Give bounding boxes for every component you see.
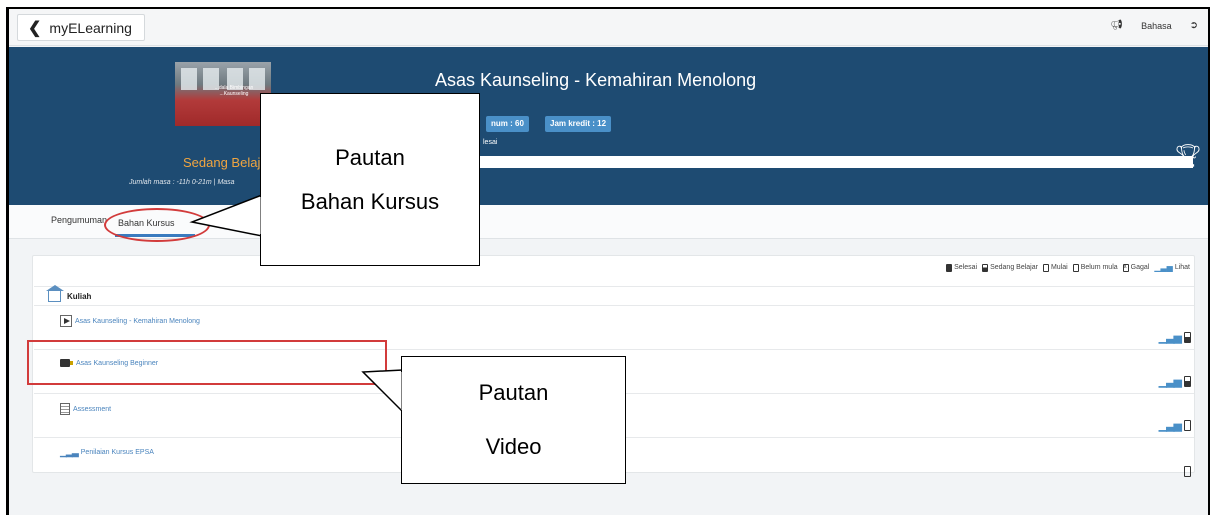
top-actions: 📢︎ Bahasa ➲: [1110, 20, 1198, 31]
view-chart-icon[interactable]: ▁▃▅: [1159, 419, 1182, 432]
item-label: Assessment: [73, 405, 112, 413]
time-info: Jumlah masa : -11h 0-21m | Masa: [129, 179, 235, 186]
legend-started: Mulai: [1050, 264, 1068, 271]
section-title: Kuliah: [67, 291, 92, 301]
top-bar: ❮ myELearning 📢︎ Bahasa ➲: [9, 9, 1208, 46]
language-link[interactable]: Bahasa: [1141, 21, 1172, 31]
legend-in-progress: Sedang Belajar: [990, 264, 1038, 271]
back-label: myELearning: [49, 19, 132, 36]
legend-not-started: Belum mula: [1080, 264, 1118, 271]
section-header: Kuliah: [34, 284, 1194, 306]
item-status: ▁▃▅: [1159, 419, 1191, 432]
callout-text: Pautan: [478, 380, 549, 405]
logout-icon[interactable]: ➲: [1190, 20, 1198, 31]
item-status: ▁▃▅: [1159, 375, 1191, 388]
view-chart-icon[interactable]: ▁▃▅: [1159, 331, 1182, 344]
callout-text: Video: [485, 434, 542, 459]
trophy-icon: 🏆︎: [1174, 143, 1202, 168]
legend-failed: Gagal: [1130, 264, 1150, 271]
lecture-link[interactable]: Asas Kaunseling - Kemahiran Menolong: [60, 315, 200, 327]
video-highlight-box: [27, 340, 387, 385]
minimum-badge: num : 60: [486, 116, 529, 132]
callout-text: Pautan: [335, 144, 405, 170]
back-button[interactable]: ❮ myELearning: [17, 14, 145, 41]
megaphone-icon[interactable]: 📢︎: [1110, 20, 1123, 31]
failed-icon: [1122, 263, 1129, 272]
course-header: ...dala Bimbingan ...Kaunseling Asas Kau…: [9, 47, 1208, 205]
learning-status: Sedang Belaj: [183, 155, 261, 170]
tab-highlight-circle: [104, 208, 210, 242]
assessment-link[interactable]: Assessment: [60, 403, 111, 415]
item-status: ▁▃▅: [1159, 331, 1191, 344]
completed-icon: [946, 263, 953, 272]
legend-view: Lihat: [1174, 264, 1190, 271]
status-legend: Selesai Sedang Belajar Mulai Belum mula …: [946, 263, 1190, 272]
home-icon: [46, 284, 64, 302]
view-chart-icon[interactable]: ▁▃▅: [1159, 375, 1182, 388]
tab-announcements[interactable]: Pengumuman: [51, 215, 107, 225]
in-progress-icon: [1184, 332, 1191, 343]
thumbnail-caption: ...dala Bimbingan ...Kaunseling: [214, 85, 254, 97]
document-icon: [60, 403, 70, 415]
completion-label: lesai: [483, 139, 498, 146]
course-thumbnail: ...dala Bimbingan ...Kaunseling: [175, 62, 271, 126]
survey-link[interactable]: ▁▂▃ Penilaian Kursus EPSA: [60, 447, 154, 458]
in-progress-icon: [1184, 376, 1191, 387]
play-icon: [60, 315, 72, 327]
not-started-icon: [1072, 263, 1079, 272]
legend-completed: Selesai: [954, 264, 978, 271]
callout-video: Pautan Video: [401, 356, 626, 484]
course-title: Asas Kaunseling - Kemahiran Menolong: [435, 70, 757, 90]
in-progress-icon: [982, 263, 989, 272]
not-started-icon: [1184, 420, 1191, 431]
tab-bar: Pengumuman Bahan Kursus: [9, 205, 1208, 242]
not-started-icon: [1184, 466, 1191, 477]
started-icon: [1042, 263, 1049, 272]
callout-text: Bahan Kursus: [300, 188, 440, 214]
item-status: [1184, 466, 1191, 477]
chevron-left-icon: ❮: [28, 19, 42, 37]
credit-hours-badge: Jam kredit : 12: [545, 116, 612, 132]
callout-course-material: Pautan Bahan Kursus: [260, 93, 480, 266]
bar-chart-icon: ▁▂▃: [60, 447, 79, 457]
item-label: Asas Kaunseling - Kemahiran Menolong: [75, 317, 200, 325]
view-chart-icon: ▁▃▅: [1154, 263, 1173, 272]
item-label: Penilaian Kursus EPSA: [80, 449, 154, 456]
